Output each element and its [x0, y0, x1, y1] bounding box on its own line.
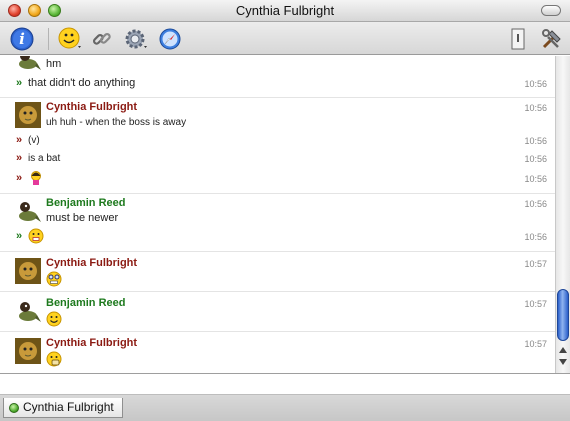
message-row: Cynthia Fulbright 10:57 — [0, 251, 555, 291]
link-icon[interactable] — [90, 27, 114, 51]
compass-icon[interactable] — [158, 27, 182, 51]
thumbs-emoticon-icon — [46, 351, 62, 367]
avatar-cynthia — [15, 102, 41, 128]
sender-name: Cynthia Fulbright — [46, 257, 138, 269]
continuation-arrow: » — [16, 77, 23, 89]
title-bar: Cynthia Fulbright — [0, 0, 570, 22]
message-row: Benjamin Reed must be newer 10:56 — [0, 193, 555, 226]
message-row: » is a bat 10:56 — [0, 151, 555, 169]
toolbar-toggle-button[interactable] — [541, 5, 561, 16]
message-time: 10:56 — [524, 136, 547, 146]
svg-text:i: i — [19, 30, 25, 48]
message-text: that didn't do anything — [28, 77, 136, 89]
message-text: (v) — [28, 135, 40, 146]
tab-label: Cynthia Fulbright — [23, 400, 114, 414]
message-input[interactable] — [0, 373, 570, 395]
message-text: must be newer — [46, 212, 119, 224]
message-time: 10:57 — [524, 339, 547, 349]
avatar-benjamin — [15, 56, 41, 72]
girl-emoticon-icon — [28, 170, 44, 186]
message-text: hm — [46, 58, 62, 70]
continuation-arrow: » — [16, 172, 23, 184]
message-row: » that didn't do anything 10:56 — [0, 76, 555, 96]
message-time: 10:57 — [524, 299, 547, 309]
message-text: is a bat — [28, 153, 61, 164]
info-icon[interactable]: i — [10, 27, 34, 51]
transcript-scrollbar[interactable] — [555, 56, 570, 373]
message-time: 10:56 — [524, 174, 547, 184]
tab-cynthia-fulbright[interactable]: Cynthia Fulbright — [3, 398, 123, 418]
grimace-emoticon-icon — [46, 271, 62, 287]
avatar-benjamin — [15, 198, 41, 224]
message-row: hm — [0, 56, 555, 78]
scroll-up-arrow-icon[interactable] — [559, 347, 567, 353]
toolbar-separator — [48, 28, 49, 50]
smile-emoticon-icon — [46, 311, 62, 327]
window-title: Cynthia Fulbright — [235, 3, 335, 18]
message-row: » (v) 10:56 — [0, 133, 555, 151]
avatar-cynthia — [15, 258, 41, 284]
message-time: 10:56 — [524, 232, 547, 242]
continuation-arrow: » — [16, 152, 23, 164]
tab-bar: Cynthia Fulbright — [0, 395, 570, 421]
sender-name: Benjamin Reed — [46, 197, 126, 209]
scrollbar-thumb[interactable] — [557, 289, 569, 341]
message-row: Cynthia Fulbright 10:57 — [0, 331, 555, 373]
online-status-icon — [9, 403, 19, 413]
smiley-icon[interactable] — [58, 27, 82, 51]
continuation-arrow: » — [16, 134, 23, 146]
message-text: uh huh - when the boss is away — [46, 117, 187, 128]
message-time: 10:56 — [524, 154, 547, 164]
message-row: » 10:56 — [0, 226, 555, 250]
scroll-down-arrow-icon[interactable] — [559, 359, 567, 365]
shocked-emoticon-icon — [28, 228, 44, 244]
chat-transcript[interactable]: hm » that didn't do anything 10:56 Cynth… — [0, 56, 555, 373]
sender-name: Cynthia Fulbright — [46, 101, 138, 113]
gear-icon[interactable] — [124, 27, 148, 51]
continuation-arrow: » — [16, 230, 23, 242]
message-time: 10:56 — [524, 199, 547, 209]
avatar-cynthia — [15, 338, 41, 364]
sender-name: Benjamin Reed — [46, 297, 126, 309]
message-row: » 10:56 — [0, 169, 555, 193]
message-time: 10:57 — [524, 259, 547, 269]
message-time: 10:56 — [524, 103, 547, 113]
message-time: 10:56 — [524, 79, 547, 89]
message-row: Benjamin Reed 10:57 — [0, 291, 555, 331]
avatar-benjamin — [15, 298, 41, 324]
message-row: Cynthia Fulbright uh huh - when the boss… — [0, 97, 555, 133]
toolbar: i — [0, 22, 570, 55]
sender-name: Cynthia Fulbright — [46, 337, 138, 349]
tools-icon[interactable] — [540, 27, 564, 51]
drawer-icon[interactable] — [506, 27, 530, 51]
